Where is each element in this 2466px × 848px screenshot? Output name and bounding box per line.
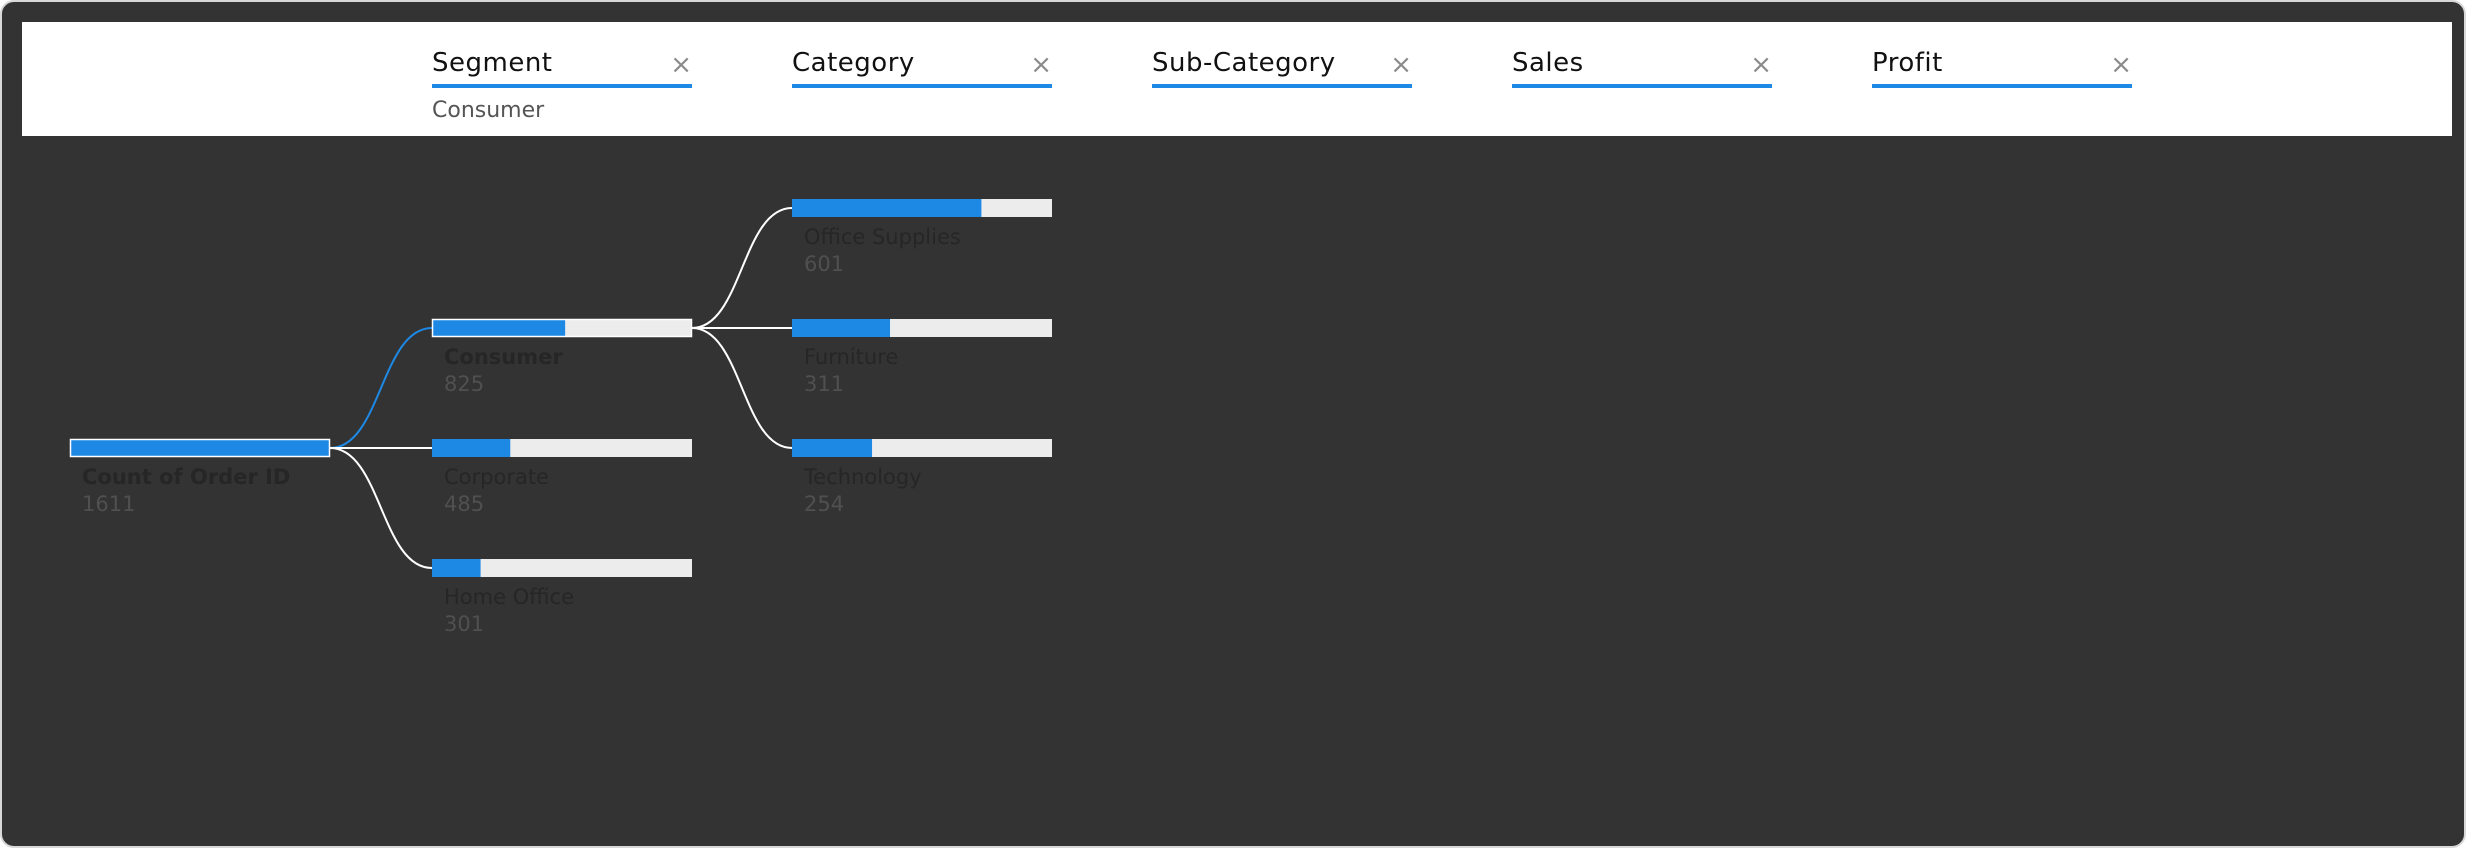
connector-category-technology [691,327,793,449]
node-furniture-value: 311 [804,372,844,396]
node-furniture-label: Furniture [804,345,898,369]
node-office-supplies-value: 601 [804,252,844,276]
node-home-office-label: Home Office [444,585,574,609]
node-root-value: 1611 [82,492,135,516]
node-office-supplies-bar-fill[interactable] [792,199,982,217]
node-technology-label: Technology [803,465,922,489]
connector-segment-home-office [329,447,433,569]
node-root-label: Count of Order ID [82,465,290,489]
node-consumer-label: Consumer [444,345,563,369]
node-home-office-value: 301 [444,612,484,636]
node-corporate-value: 485 [444,492,484,516]
node-furniture-bar-fill[interactable] [792,319,891,337]
connector-category-office-supplies [691,207,793,329]
node-root-bar-fill[interactable] [70,439,330,457]
node-technology-bar-fill[interactable] [792,439,873,457]
node-corporate-label: Corporate [444,465,549,489]
node-technology-value: 254 [804,492,844,516]
node-office-supplies-label: Office Supplies [804,225,961,249]
decomposition-tree-visual: Segment × Consumer Category × Sub-Catego… [0,0,2466,848]
node-home-office-bar-fill[interactable] [432,559,481,577]
node-consumer-value: 825 [444,372,484,396]
connector-segment-consumer [329,327,433,449]
node-consumer-bar-fill[interactable] [432,319,566,337]
decomposition-tree-chart: Count of Order ID 1611 Consumer 825 Corporat… [69,199,1052,636]
node-corporate-bar-fill[interactable] [432,439,511,457]
